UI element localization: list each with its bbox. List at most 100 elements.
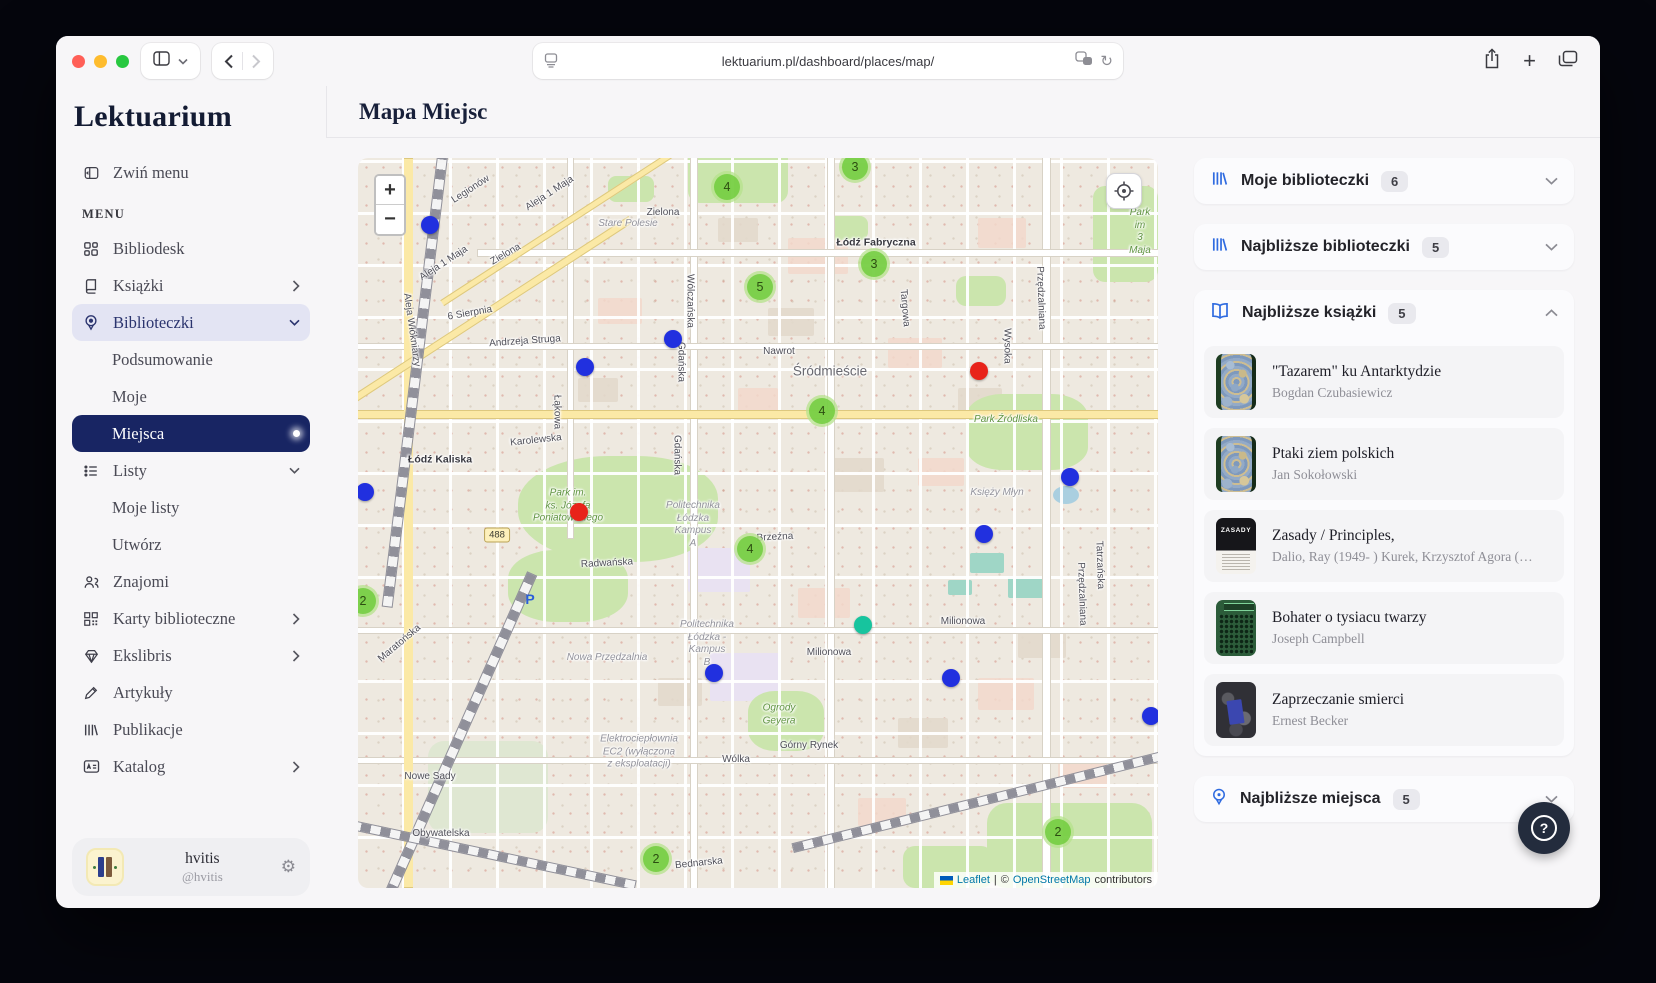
sidebar-toggle-button[interactable] — [141, 43, 200, 79]
forward-button[interactable] — [251, 54, 261, 69]
url-text[interactable]: lektuarium.pl/dashboard/places/map/ — [722, 54, 934, 69]
sidebar-item-label: Moje listy — [112, 497, 180, 517]
reload-icon[interactable]: ↻ — [1100, 54, 1113, 69]
book-title: Ptaki ziem polskich — [1272, 445, 1395, 462]
sidebar-item-label: Miejsca — [112, 423, 165, 443]
map-point-marker[interactable] — [942, 669, 960, 687]
reader-view-icon[interactable] — [543, 52, 559, 73]
book-list-item[interactable]: ZASADY Zasady / Principles, Dalio, Ray (… — [1204, 510, 1564, 582]
map-cluster-marker[interactable]: 2 — [1042, 816, 1074, 848]
traffic-lights — [72, 54, 129, 68]
map-road — [691, 158, 697, 888]
sidebar-item-label: Bibliodesk — [113, 238, 185, 258]
chevron-down-icon — [289, 467, 300, 474]
section-my-shelves[interactable]: Moje biblioteczki 6 — [1194, 158, 1574, 204]
map-point-marker-red[interactable] — [570, 503, 588, 521]
map-point-marker[interactable] — [664, 330, 682, 348]
map-point-marker[interactable] — [1142, 707, 1158, 725]
book-list-item[interactable]: "Tazarem" ku Antarktydzie Bogdan Czubasi… — [1204, 346, 1564, 418]
sidebar-item-label: Utwórz — [112, 534, 162, 554]
sidebar-item-publikacje[interactable]: Publikacje — [72, 711, 310, 748]
page-title: Mapa Miejsc — [359, 98, 488, 124]
map-point-marker[interactable] — [705, 664, 723, 682]
book-author: Joseph Campbell — [1272, 631, 1365, 646]
zoom-in-button[interactable]: + — [376, 176, 404, 205]
cluster-count: 4 — [809, 398, 835, 424]
sidebar-item-ksiazki[interactable]: Książki — [72, 267, 310, 304]
map-road — [358, 344, 1158, 349]
cluster-count: 2 — [358, 588, 376, 614]
count-badge: 6 — [1381, 170, 1409, 192]
cluster-count: 3 — [842, 158, 868, 180]
collapse-panel-icon — [82, 164, 100, 182]
sidebar-item-moje-listy[interactable]: Moje listy — [72, 489, 310, 526]
leaflet-link[interactable]: Leaflet — [957, 874, 990, 886]
sidebar-item-artykuly[interactable]: Artykuły — [72, 674, 310, 711]
translate-icon[interactable] — [1075, 51, 1093, 72]
sidebar-item-label: Biblioteczki — [113, 312, 194, 332]
share-icon[interactable] — [1483, 48, 1501, 74]
section-nearest-places[interactable]: Najbliższe miejsca 5 — [1194, 776, 1574, 822]
locate-me-button[interactable] — [1106, 173, 1142, 209]
chevron-down-icon — [1545, 177, 1558, 185]
sidebar-item-label: Artykuły — [113, 682, 173, 702]
map-point-marker-red[interactable] — [970, 362, 988, 380]
section-header[interactable]: Najbliższe książki 5 — [1204, 290, 1564, 336]
map-point-marker-teal[interactable] — [854, 616, 872, 634]
new-tab-icon[interactable]: + — [1523, 50, 1536, 72]
chevron-right-icon — [292, 279, 300, 292]
back-button[interactable] — [224, 54, 234, 69]
map-point-marker[interactable] — [975, 525, 993, 543]
sidebar-item-listy[interactable]: Listy — [72, 452, 310, 489]
sidebar-item-bibliodesk[interactable]: Bibliodesk — [72, 230, 310, 267]
section-nearest-books: Najbliższe książki 5 "Tazarem" ku Antark… — [1194, 290, 1574, 756]
book-title: Bohater o tysiacu twarzy — [1272, 609, 1427, 626]
avatar-book-spine — [98, 857, 104, 877]
book-cover-decoration — [1219, 614, 1253, 654]
book-list-item[interactable]: Ptaki ziem polskich Jan Sokołowski — [1204, 428, 1564, 500]
map-road — [358, 628, 1158, 633]
book-cover — [1216, 354, 1256, 410]
map-point-marker[interactable] — [1061, 468, 1079, 486]
sidebar-item-podsumowanie[interactable]: Podsumowanie — [72, 341, 310, 378]
zoom-out-button[interactable]: − — [376, 205, 404, 234]
section-nearest-shelves[interactable]: Najbliższe biblioteczki 5 — [1194, 224, 1574, 270]
map-cluster-marker[interactable]: 4 — [711, 171, 743, 203]
bookshelf-icon — [1210, 235, 1229, 259]
cluster-count: 5 — [747, 274, 773, 300]
sidebar-item-label: Podsumowanie — [112, 349, 213, 369]
sidebar-item-znajomi[interactable]: Znajomi — [72, 563, 310, 600]
sidebar-item-miejsca[interactable]: Miejsca — [72, 415, 310, 452]
help-button[interactable]: ? — [1518, 802, 1570, 854]
map-point-marker[interactable] — [421, 216, 439, 234]
sidebar-item-ekslibris[interactable]: Ekslibris — [72, 637, 310, 674]
collapse-menu-button[interactable]: Zwiń menu — [72, 154, 310, 191]
chevron-right-icon — [292, 612, 300, 625]
zoom-window-button[interactable] — [116, 54, 129, 68]
sidebar-item-katalog[interactable]: Katalog — [72, 748, 310, 785]
sidebar-item-karty-biblioteczne[interactable]: Karty biblioteczne — [72, 600, 310, 637]
tab-overview-icon[interactable] — [1558, 50, 1578, 73]
book-list-item[interactable]: Bohater o tysiacu twarzy Joseph Campbell — [1204, 592, 1564, 664]
sidebar-item-utworz[interactable]: Utwórz — [72, 526, 310, 563]
section-header: Moje biblioteczki 6 — [1194, 158, 1574, 204]
book-meta: Ptaki ziem polskich Jan Sokołowski — [1272, 445, 1394, 483]
map-cluster-marker[interactable]: 3 — [858, 248, 890, 280]
minimize-window-button[interactable] — [94, 54, 107, 68]
openstreetmap-link[interactable]: OpenStreetMap — [1013, 874, 1091, 886]
address-bar[interactable]: lektuarium.pl/dashboard/places/map/ ↻ — [533, 43, 1123, 79]
book-list-item[interactable]: Zaprzeczanie smierci Ernest Becker — [1204, 674, 1564, 746]
user-meta: hvitis @hvitis — [134, 850, 271, 885]
sidebar-item-moje[interactable]: Moje — [72, 378, 310, 415]
sidebar-item-biblioteczki[interactable]: Biblioteczki — [72, 304, 310, 341]
user-profile-card[interactable]: hvitis @hvitis ⚙ — [72, 838, 310, 896]
map-canvas[interactable]: Legionów Aleja 1 Maja Zielona Stare Pole… — [358, 158, 1158, 888]
qr-code-icon — [82, 610, 100, 628]
map-cluster-marker[interactable]: 5 — [744, 271, 776, 303]
map-cluster-marker[interactable]: 4 — [734, 533, 766, 565]
map-point-marker[interactable] — [576, 358, 594, 376]
close-window-button[interactable] — [72, 54, 85, 68]
map-cluster-marker[interactable]: 2 — [640, 843, 672, 875]
settings-gear-icon[interactable]: ⚙ — [281, 857, 296, 877]
map-cluster-marker[interactable]: 4 — [806, 395, 838, 427]
